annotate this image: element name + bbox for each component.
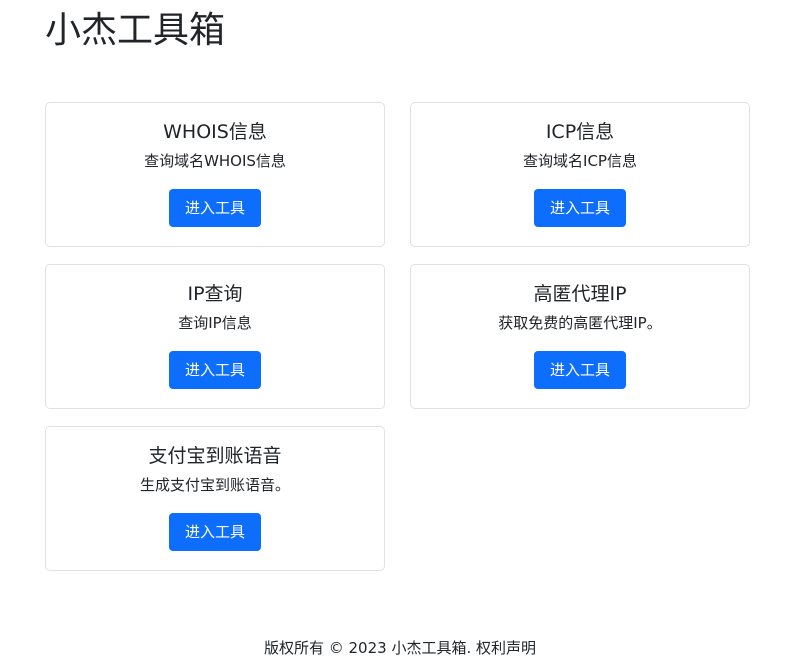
footer: 版权所有 © 2023 小杰工具箱. 权利声明 xyxy=(0,636,800,660)
tool-card-title: 高匿代理IP xyxy=(533,283,627,305)
enter-tool-button-icp[interactable]: 进入工具 xyxy=(534,189,626,227)
tool-card-alipay-voice: 支付宝到账语音 生成支付宝到账语音。 进入工具 xyxy=(45,426,385,571)
enter-tool-button-ip-lookup[interactable]: 进入工具 xyxy=(169,351,261,389)
tool-grid: WHOIS信息 查询域名WHOIS信息 进入工具 ICP信息 查询域名ICP信息… xyxy=(45,102,750,571)
tool-card-title: WHOIS信息 xyxy=(163,121,267,143)
tool-card-description: 查询域名WHOIS信息 xyxy=(144,152,286,170)
tool-card-icp: ICP信息 查询域名ICP信息 进入工具 xyxy=(410,102,750,247)
page: 小杰工具箱 WHOIS信息 查询域名WHOIS信息 进入工具 ICP信息 查询域… xyxy=(0,0,800,668)
tool-card-description: 查询域名ICP信息 xyxy=(523,152,637,170)
tool-card-title: IP查询 xyxy=(187,283,243,305)
enter-tool-button-alipay-voice[interactable]: 进入工具 xyxy=(169,513,261,551)
footer-copyright: 版权所有 © 2023 小杰工具箱. xyxy=(263,639,472,657)
enter-tool-button-proxy-ip[interactable]: 进入工具 xyxy=(534,351,626,389)
tool-card-proxy-ip: 高匿代理IP 获取免费的高匿代理IP。 进入工具 xyxy=(410,264,750,409)
tool-card-description: 获取免费的高匿代理IP。 xyxy=(498,314,662,332)
tool-card-description: 查询IP信息 xyxy=(178,314,252,332)
tool-card-description: 生成支付宝到账语音。 xyxy=(139,476,290,494)
tool-card-whois: WHOIS信息 查询域名WHOIS信息 进入工具 xyxy=(45,102,385,247)
tool-card-title: 支付宝到账语音 xyxy=(148,445,282,467)
site-title: 小杰工具箱 xyxy=(45,10,226,51)
rights-statement-link[interactable]: 权利声明 xyxy=(476,639,536,657)
tool-card-ip-lookup: IP查询 查询IP信息 进入工具 xyxy=(45,264,385,409)
enter-tool-button-whois[interactable]: 进入工具 xyxy=(169,189,261,227)
tool-card-title: ICP信息 xyxy=(545,121,615,143)
